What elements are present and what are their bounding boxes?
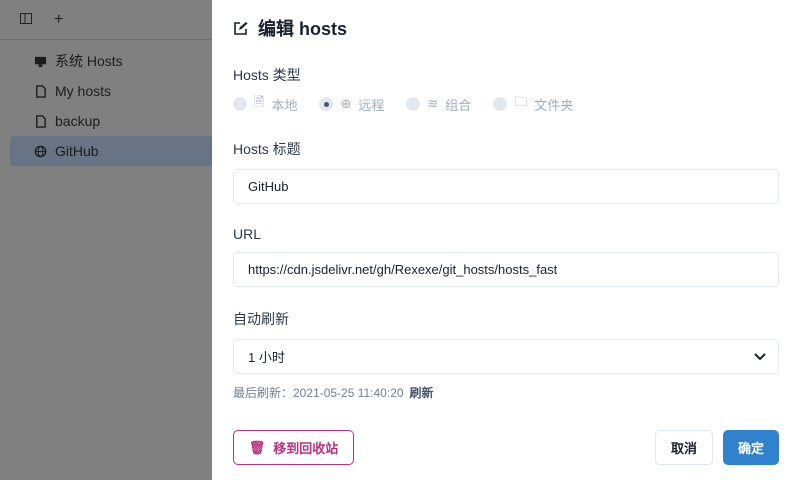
select-value: 1 小时 xyxy=(248,350,285,365)
globe-icon xyxy=(34,145,47,157)
button-label: 移到回收站 xyxy=(273,441,339,456)
drawer-title-text: 编辑 hosts xyxy=(258,19,348,39)
drawer-title: 编辑 hosts xyxy=(233,0,779,56)
radio-label: 组合 xyxy=(445,97,472,113)
hosts-type-label: Hosts 类型 xyxy=(233,67,301,83)
radio-dot[interactable] xyxy=(406,97,421,111)
hosts-type-radio-group: 🗎 本地 ⊕ 远程 ≋ 组合 🗀 文件夹 xyxy=(233,93,779,115)
sidebar-item-label: GitHub xyxy=(55,143,99,159)
sidebar-item-label: backup xyxy=(55,113,101,129)
edit-icon xyxy=(234,21,248,35)
trash-icon: 🗑 xyxy=(248,439,266,455)
monitor-icon xyxy=(34,56,47,67)
last-refresh-info: 最后刷新：2021-05-25 11:40:20 刷新 xyxy=(233,384,779,401)
auto-refresh-select[interactable]: 1 小时 xyxy=(233,339,779,374)
globe-icon: ⊕ xyxy=(340,96,352,111)
sidebar-item-system-hosts[interactable]: 系统 Hosts xyxy=(10,46,212,76)
chevron-down-icon xyxy=(754,352,766,360)
type-radio-local[interactable]: 🗎 本地 xyxy=(233,93,297,115)
folder-icon: 🗀 xyxy=(514,94,528,109)
type-radio-folder[interactable]: 🗀 文件夹 xyxy=(493,93,573,115)
confirm-button[interactable]: 确定 xyxy=(723,430,779,465)
radio-dot[interactable] xyxy=(493,97,508,111)
edit-hosts-drawer: 编辑 hosts Hosts 类型 🗎 本地 ⊕ 远程 ≋ 组合 🗀 文件夹 Hosts… xyxy=(212,0,800,480)
sidebar: + 系统 Hosts My hosts backup GitHub xyxy=(0,0,212,480)
radio-label: 文件夹 xyxy=(534,97,574,113)
hosts-title-input[interactable]: GitHub xyxy=(233,169,779,204)
type-radio-group[interactable]: ≋ 组合 xyxy=(406,95,471,114)
url-input[interactable]: https://cdn.jsdelivr.net/gh/Rexexe/git_h… xyxy=(233,252,779,287)
cancel-button[interactable]: 取消 xyxy=(655,430,713,465)
sidebar-item-label: 系统 Hosts xyxy=(55,53,123,69)
move-to-trash-button[interactable]: 🗑 移到回收站 xyxy=(233,430,354,465)
input-value: https://cdn.jsdelivr.net/gh/Rexexe/git_h… xyxy=(248,262,558,277)
toggle-sidebar-icon[interactable] xyxy=(20,11,32,29)
toolbar: + xyxy=(0,0,212,40)
input-value: GitHub xyxy=(248,179,289,194)
type-radio-remote[interactable]: ⊕ 远程 xyxy=(319,95,384,114)
radio-dot[interactable] xyxy=(233,97,247,111)
file-icon xyxy=(36,84,46,98)
last-refresh-text: 最后刷新：2021-05-25 11:40:20 xyxy=(233,386,404,400)
radio-label: 本地 xyxy=(271,97,298,113)
file-icon xyxy=(36,114,46,128)
layers-icon: ≋ xyxy=(427,96,439,111)
add-icon[interactable]: + xyxy=(54,11,63,29)
sidebar-item-my-hosts[interactable]: My hosts xyxy=(10,76,212,106)
url-label: URL xyxy=(233,226,262,242)
hosts-title-label: Hosts 标题 xyxy=(233,141,301,157)
radio-dot[interactable] xyxy=(319,97,334,111)
refresh-link[interactable]: 刷新 xyxy=(410,386,434,400)
sidebar-item-backup[interactable]: backup xyxy=(10,106,212,136)
radio-label: 远程 xyxy=(358,97,385,113)
auto-refresh-label: 自动刷新 xyxy=(233,311,289,327)
sidebar-item-label: My hosts xyxy=(55,83,112,99)
sidebar-item-github[interactable]: GitHub xyxy=(10,136,212,166)
file-icon: 🗎 xyxy=(254,94,265,109)
